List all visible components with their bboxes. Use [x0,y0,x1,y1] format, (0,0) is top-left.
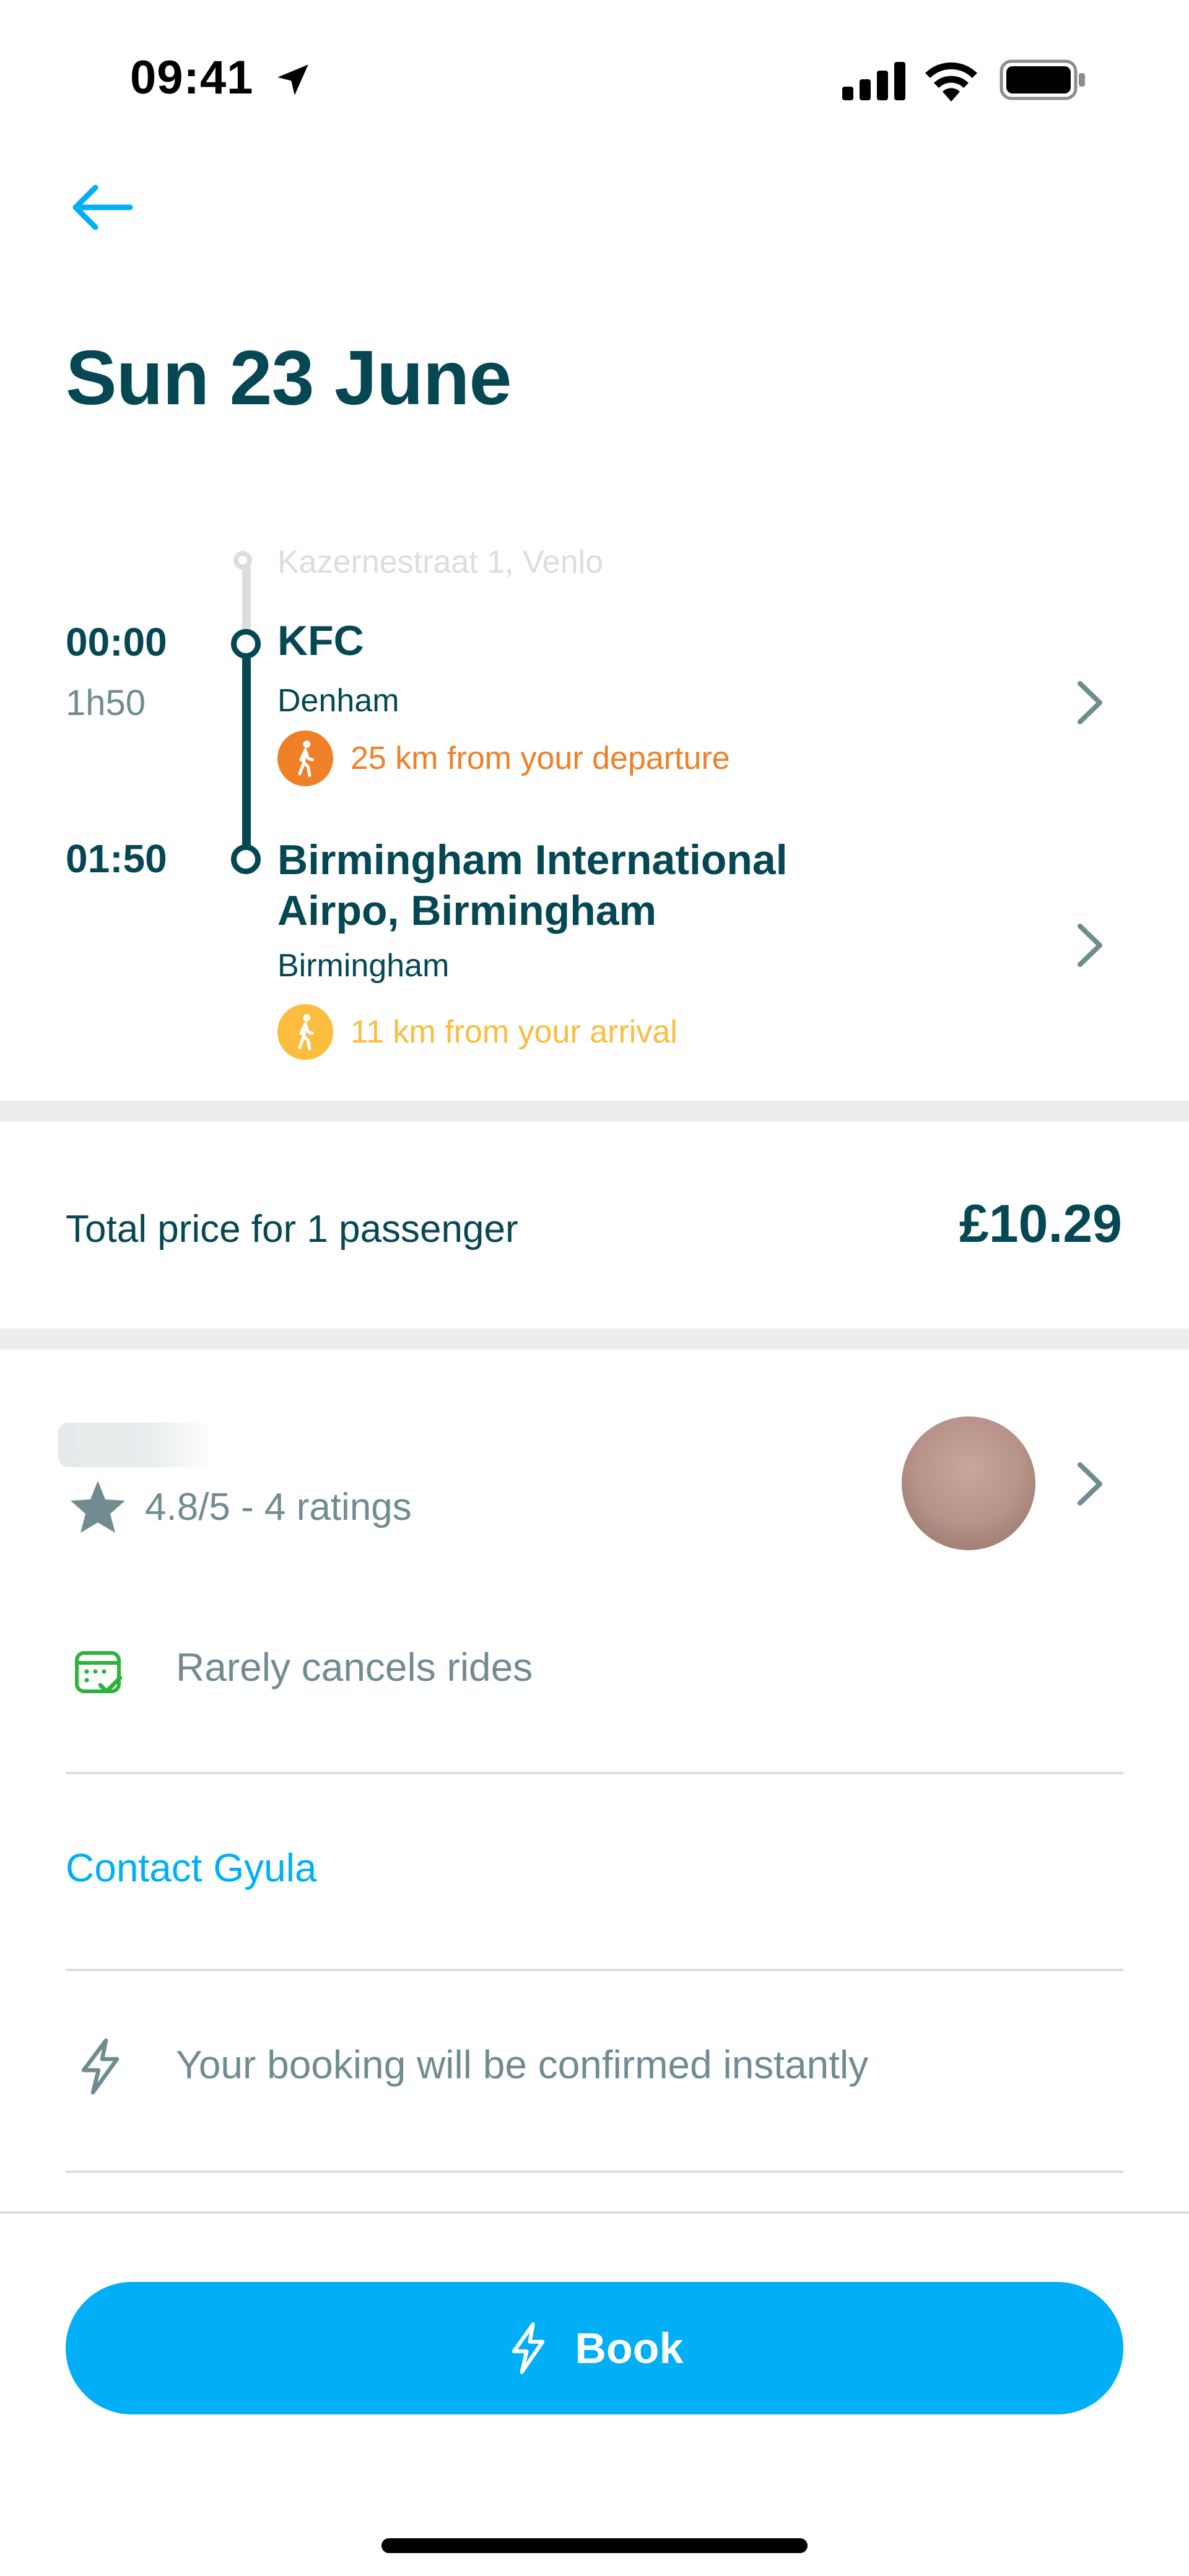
book-button[interactable]: Book [66,2282,1123,2414]
lightning-bolt-icon [512,2322,544,2374]
driver-name-redacted [58,1423,213,1467]
book-button-label: Book [575,2324,684,2372]
departure-walk-distance: 25 km from your departure [277,731,730,786]
arrival-city: Birmingham [277,948,450,984]
chevron-right-icon [1078,681,1102,724]
divider [66,2171,1123,2173]
driver-rating-text: 4.8/5 - 4 ratings [145,1485,412,1529]
section-divider [0,1101,1189,1122]
arrow-left-icon [72,184,133,230]
departure-time: 00:00 [66,620,167,664]
departure-stop-name: KFC [277,617,364,664]
arrival-stop-name-line2: Airpo, Birmingham [277,887,657,934]
trip-duration: 1h50 [66,683,146,723]
walking-person-icon [277,1004,333,1060]
arrival-stop-name-line1: Birmingham International [277,836,788,883]
previous-stop-label: Kazernestraat 1, Venlo [277,544,604,580]
total-price-label: Total price for 1 passenger [66,1208,518,1251]
arrival-walk-text: 11 km from your arrival [351,1014,677,1050]
driver-rating: 4.8/5 - 4 ratings [68,1478,412,1535]
instant-booking-info: Your booking will be confirmed instantly [176,2042,869,2087]
arrival-time: 01:50 [66,836,167,881]
star-icon [71,1481,125,1533]
status-time: 09:41 [130,51,254,104]
avatar [902,1416,1035,1550]
page-title: Sun 23 June [66,336,512,421]
chevron-right-icon [1078,1462,1102,1506]
chevron-right-icon [1078,924,1102,967]
driver-profile-row[interactable]: 4.8/5 - 4 ratings [0,1405,1189,1566]
location-arrow-icon [277,64,308,95]
arrival-dot [231,844,261,874]
battery-icon [1000,59,1085,100]
walking-person-icon [277,731,333,786]
lightning-bolt-icon [81,2038,120,2095]
home-indicator[interactable] [381,2538,808,2553]
contact-driver-link[interactable]: Contact Gyula [66,1845,317,1891]
footer-divider [0,2211,1189,2214]
departure-stop-row[interactable]: KFC Denham 25 km from your departure [272,613,1127,792]
rarely-cancels-badge: Rarely cancels rides [176,1645,533,1689]
divider [66,1969,1123,1971]
back-button[interactable] [68,173,149,241]
arrival-walk-distance: 11 km from your arrival [277,1004,677,1060]
arrival-stop-name: Birmingham International Airpo, Birmingh… [277,835,788,936]
total-price-amount: £10.29 [959,1194,1122,1254]
divider [66,1772,1123,1774]
departure-walk-text: 25 km from your departure [351,740,730,776]
calendar-check-icon [75,1651,123,1694]
route-line [242,644,251,861]
section-divider [0,1329,1189,1350]
previous-route-line [242,565,251,638]
departure-dot [231,629,261,659]
departure-city: Denham [277,683,399,719]
cellular-signal-icon [842,62,905,100]
arrival-stop-row[interactable]: Birmingham International Airpo, Birmingh… [272,832,1127,1073]
wifi-icon [925,62,977,102]
